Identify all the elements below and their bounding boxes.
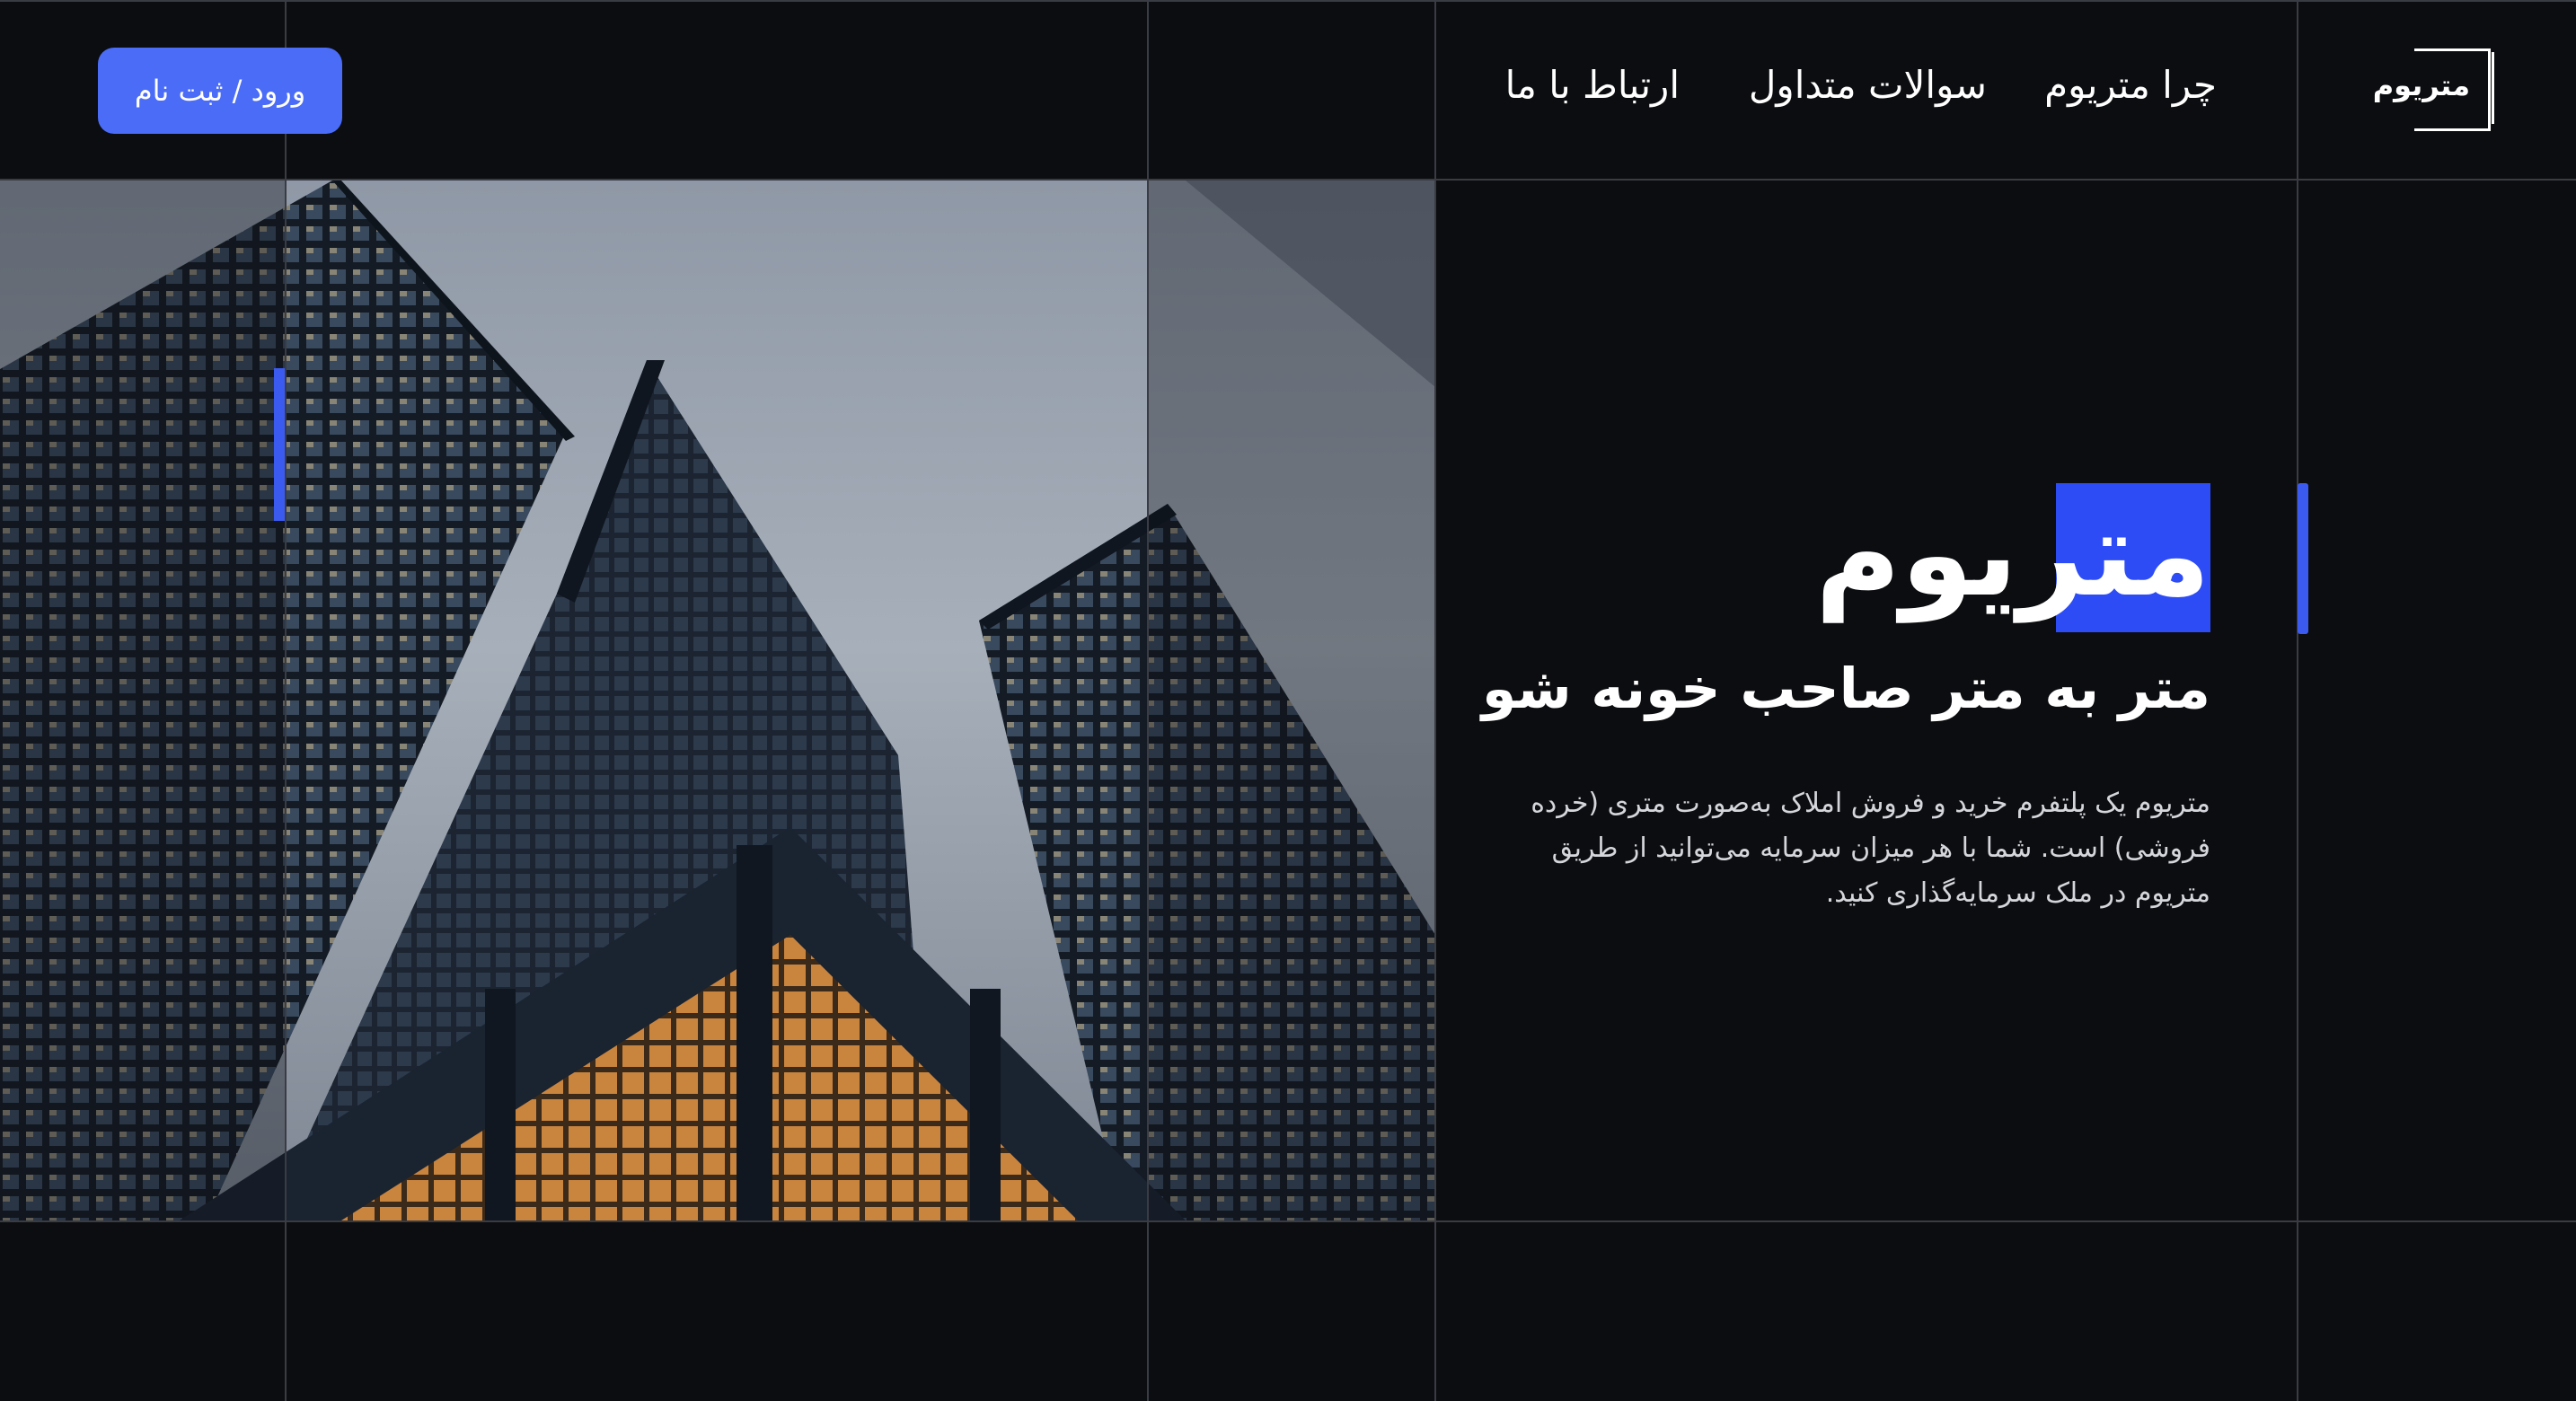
hero-image-buildings bbox=[0, 181, 1435, 1220]
accent-bar-right bbox=[2298, 483, 2308, 634]
grid-line-col-1 bbox=[285, 0, 287, 1401]
hero-title-wrap: متریوم bbox=[1402, 476, 2210, 638]
image-overlay-left bbox=[0, 181, 286, 1220]
accent-bar-left bbox=[274, 368, 285, 521]
grid-line-col-2 bbox=[1147, 0, 1149, 1401]
hero-subtitle: متر به متر صاحب خونه شو bbox=[1481, 656, 2210, 721]
site-logo[interactable]: متریوم bbox=[2372, 48, 2499, 131]
nav-link-faq[interactable]: سوالات متداول bbox=[1749, 63, 1987, 107]
top-navigation: متریوم چرا متریوم سوالات متداول ارتباط ب… bbox=[0, 0, 2576, 180]
login-register-button[interactable]: ورود / ثبت نام bbox=[98, 48, 342, 134]
hero-section: متریوم متر به متر صاحب خونه شو متریوم یک… bbox=[1402, 476, 2210, 916]
grid-line-col-4 bbox=[2297, 0, 2298, 1401]
logo-frame-bar bbox=[2492, 52, 2494, 124]
grid-line-bottom bbox=[0, 1220, 2576, 1222]
hero-description: متریوم یک پلتفرم خرید و فروش املاک به‌صو… bbox=[1531, 788, 2210, 909]
hero-title: متریوم bbox=[1814, 486, 2210, 622]
image-overlay-right bbox=[1147, 181, 1435, 1220]
nav-link-contact[interactable]: ارتباط با ما bbox=[1505, 63, 1680, 107]
logo-text: متریوم bbox=[2372, 68, 2470, 102]
nav-link-why-metrium[interactable]: چرا متریوم bbox=[2044, 63, 2217, 107]
